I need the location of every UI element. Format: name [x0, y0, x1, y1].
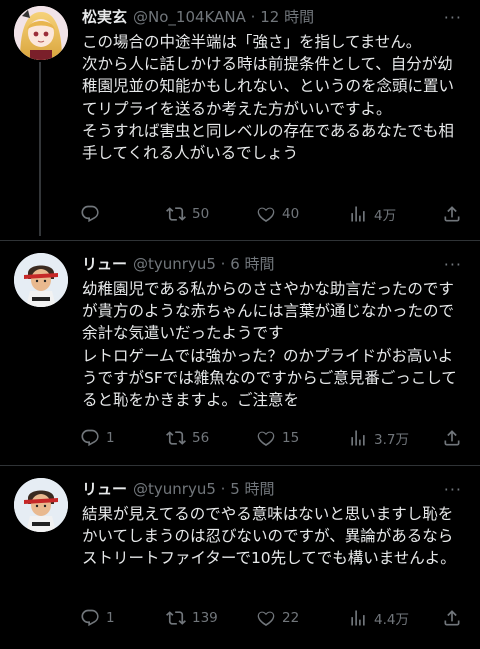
tweet-2[interactable]: リュー @tyunryu5 · 6 時間 ··· 幼稚園児である私からのささやかな… [0, 241, 480, 469]
display-name[interactable]: リュー [82, 255, 127, 273]
views-count: 4.4万 [374, 612, 409, 628]
retweet-count: 56 [192, 430, 210, 446]
like-icon [256, 428, 276, 448]
like-count: 15 [282, 430, 300, 446]
share-button[interactable] [442, 426, 468, 450]
like-button[interactable]: 22 [256, 606, 299, 630]
tweet-text: この場合の中途半端は「強さ」を指してません。 次から人に話しかける時は前提条件と… [82, 33, 455, 163]
like-icon [256, 204, 276, 224]
views-count: 3.7万 [374, 432, 409, 448]
reply-count: 1 [106, 430, 115, 446]
tweet-actions: 1 56 15 3.7万 [80, 426, 470, 450]
tweet-header: 松実玄 @No_104KANA · 12 時間 [82, 6, 314, 28]
tweet-actions: 50 40 4万 [80, 202, 470, 226]
reply-icon [80, 608, 100, 628]
reply-button[interactable]: 1 [80, 426, 115, 450]
separator-dot: · [250, 8, 256, 26]
retweet-button[interactable]: 139 [166, 606, 218, 630]
reply-button[interactable] [80, 202, 106, 226]
share-button[interactable] [442, 202, 468, 226]
reply-count: 1 [106, 610, 115, 626]
tweet-text: 幼稚園児である私からのささやかな助言だったのですが貴方のような赤ちゃんには言葉が… [82, 280, 457, 410]
retweet-icon [166, 428, 186, 448]
user-handle[interactable]: @tyunryu5 [133, 480, 216, 498]
more-options-icon[interactable]: ··· [444, 480, 462, 499]
retweet-button[interactable]: 56 [166, 426, 209, 450]
share-button[interactable] [442, 606, 468, 630]
avatar[interactable] [14, 478, 68, 532]
views-count: 4万 [374, 208, 397, 224]
share-icon [442, 204, 462, 224]
tweet-header: リュー @tyunryu5 · 5 時間 [82, 478, 275, 500]
tweet-1[interactable]: 松実玄 @No_104KANA · 12 時間 ··· この場合の中途半端は「強さ… [0, 0, 480, 236]
reply-icon [80, 204, 100, 224]
share-icon [442, 608, 462, 628]
user-handle[interactable]: @tyunryu5 [133, 255, 216, 273]
more-options-icon[interactable]: ··· [444, 8, 462, 27]
reply-button[interactable]: 1 [80, 606, 115, 630]
avatar[interactable] [14, 253, 68, 307]
timestamp[interactable]: 6 時間 [230, 255, 274, 273]
retweet-icon [166, 608, 186, 628]
retweet-count: 50 [192, 206, 210, 222]
views-button[interactable]: 3.7万 [348, 426, 409, 450]
thread-line [39, 62, 41, 236]
more-options-icon[interactable]: ··· [444, 255, 462, 274]
like-count: 22 [282, 610, 300, 626]
like-count: 40 [282, 206, 300, 222]
reply-icon [80, 428, 100, 448]
avatar[interactable] [14, 6, 68, 60]
views-button[interactable]: 4万 [348, 202, 396, 226]
timestamp[interactable]: 5 時間 [230, 480, 274, 498]
timestamp[interactable]: 12 時間 [260, 8, 314, 26]
share-icon [442, 428, 462, 448]
tweet-text: 結果が見えてるのでやる意味はないと思いますし恥をかいてしまうのは忍びないのですが… [82, 505, 456, 568]
views-button[interactable]: 4.4万 [348, 606, 409, 630]
separator-dot: · [220, 255, 226, 273]
retweet-count: 139 [192, 610, 218, 626]
tweet-header: リュー @tyunryu5 · 6 時間 [82, 253, 275, 275]
separator-dot: · [220, 480, 226, 498]
views-icon [348, 608, 368, 628]
retweet-icon [166, 204, 186, 224]
display-name[interactable]: 松実玄 [82, 8, 127, 26]
views-icon [348, 428, 368, 448]
tweet-actions: 1 139 22 4.4万 [80, 606, 470, 630]
like-button[interactable]: 15 [256, 426, 299, 450]
user-handle[interactable]: @No_104KANA [133, 8, 246, 26]
display-name[interactable]: リュー [82, 480, 127, 498]
retweet-button[interactable]: 50 [166, 202, 209, 226]
like-button[interactable]: 40 [256, 202, 299, 226]
tweet-3[interactable]: リュー @tyunryu5 · 5 時間 ··· 結果が見えてるのでやる意味はない… [0, 466, 480, 649]
views-icon [348, 204, 368, 224]
like-icon [256, 608, 276, 628]
